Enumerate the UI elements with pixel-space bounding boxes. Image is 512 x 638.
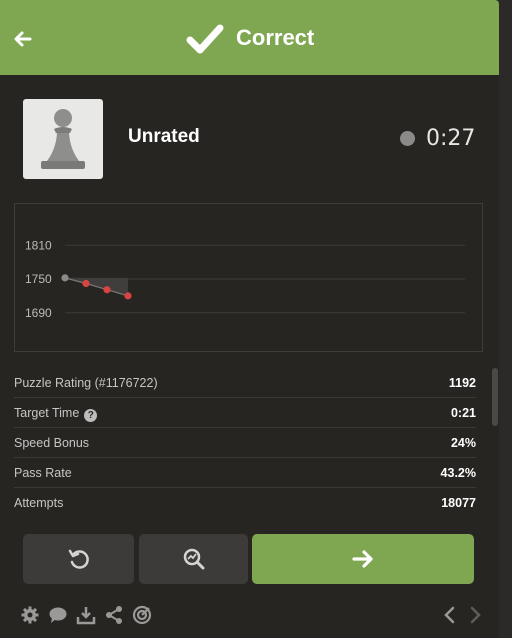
- scrollbar[interactable]: [492, 368, 498, 426]
- stat-value: 24%: [450, 436, 476, 450]
- help-icon[interactable]: ?: [84, 409, 98, 422]
- stat-value: 18077: [441, 496, 476, 510]
- retry-button[interactable]: [23, 534, 134, 584]
- back-arrow-icon[interactable]: [12, 28, 34, 50]
- stat-value: 0:21: [450, 406, 476, 420]
- avatar: [23, 99, 103, 179]
- puzzle-stats: Puzzle Rating (#1176722) 1192 Target Tim…: [14, 368, 476, 518]
- stat-label: Attempts: [14, 496, 64, 510]
- rating-chart-svg: 1810 1750 1690: [25, 238, 465, 320]
- rating-point: [61, 274, 69, 282]
- stat-row-attempts: Attempts 18077: [14, 488, 476, 518]
- clock-indicator: [400, 131, 415, 146]
- checkmark-icon: [186, 22, 224, 56]
- analysis-button[interactable]: [139, 534, 248, 584]
- y-tick-label: 1690: [25, 306, 52, 320]
- stat-label-wrap: Target Time?: [14, 406, 98, 422]
- gear-icon[interactable]: [20, 605, 40, 625]
- retry-icon: [68, 549, 89, 569]
- y-tick-label: 1810: [25, 238, 52, 252]
- share-icon[interactable]: [104, 605, 124, 625]
- target-icon[interactable]: [132, 605, 152, 625]
- rating-point: [103, 286, 111, 294]
- chevron-left-icon[interactable]: [441, 605, 459, 625]
- next-puzzle-button[interactable]: [252, 534, 474, 584]
- result-title: Correct: [236, 25, 315, 50]
- stat-value: 1192: [448, 376, 476, 390]
- stat-value: 43.2%: [440, 466, 476, 480]
- rating-point: [82, 279, 90, 288]
- stat-row-speed-bonus: Speed Bonus 24%: [14, 428, 476, 458]
- arrow-right-icon: [352, 550, 373, 568]
- rating-point: [124, 292, 132, 300]
- stat-row-rating: Puzzle Rating (#1176722) 1192: [14, 368, 476, 398]
- chat-icon[interactable]: [48, 605, 68, 625]
- stat-label: Pass Rate: [14, 466, 72, 480]
- rating-chart: 1810 1750 1690: [14, 203, 483, 352]
- timer: 0:27: [426, 126, 476, 151]
- stat-row-pass-rate: Pass Rate 43.2%: [14, 458, 476, 488]
- stat-label: Target Time: [14, 406, 80, 420]
- pawn-icon: [41, 109, 85, 169]
- result-header: Correct: [0, 0, 499, 75]
- stat-label: Speed Bonus: [14, 436, 90, 450]
- player-name: Unrated: [128, 126, 200, 147]
- y-tick-label: 1750: [25, 272, 52, 286]
- stat-label: Puzzle Rating (#1176722): [14, 376, 158, 390]
- stat-row-target-time: Target Time? 0:21: [14, 398, 476, 428]
- magnifier-analysis-icon: [183, 548, 204, 570]
- download-icon[interactable]: [76, 605, 96, 625]
- chevron-right-icon[interactable]: [466, 605, 484, 625]
